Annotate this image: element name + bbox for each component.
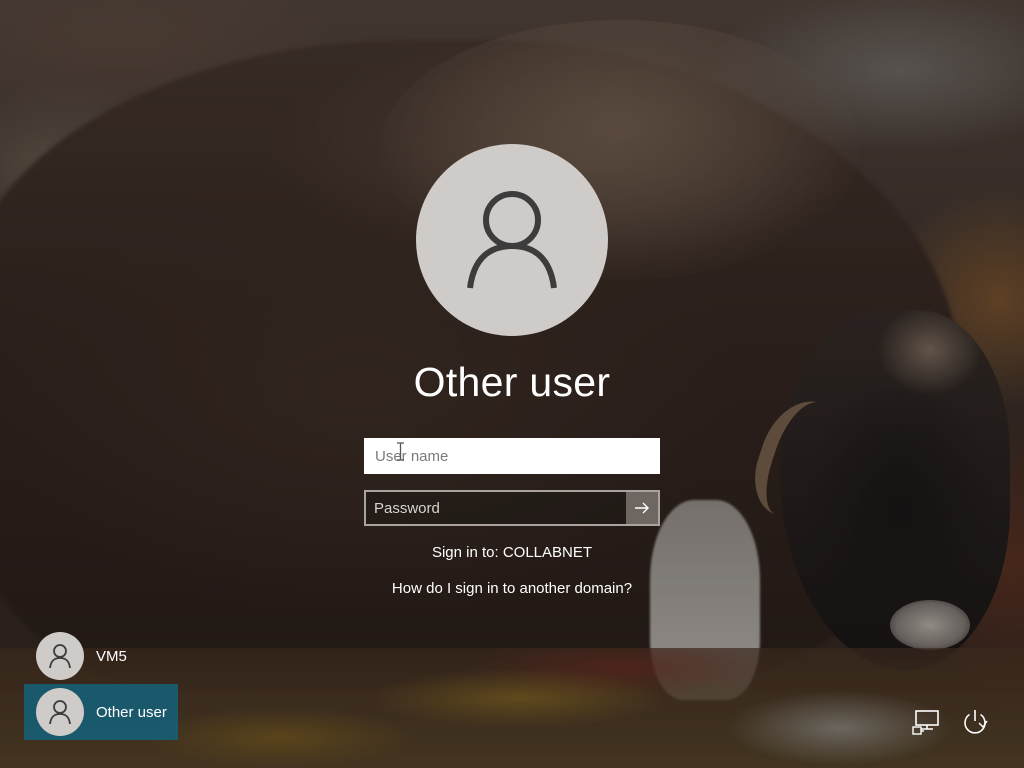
arrow-right-icon xyxy=(635,502,649,514)
user-tile-other-user[interactable]: Other user xyxy=(24,684,178,740)
username-input[interactable] xyxy=(364,438,660,474)
selected-user-avatar xyxy=(416,144,608,336)
password-input[interactable] xyxy=(366,492,626,524)
other-domain-help-link[interactable]: How do I sign in to another domain? xyxy=(312,579,712,599)
user-tile-label: VM5 xyxy=(96,647,127,665)
power-button[interactable] xyxy=(955,702,995,742)
user-tile-avatar xyxy=(36,632,84,680)
power-icon xyxy=(964,710,988,734)
password-field-group xyxy=(364,490,660,526)
network-icon xyxy=(912,710,939,735)
submit-button[interactable] xyxy=(626,492,658,524)
user-tile-vm5[interactable]: VM5 xyxy=(24,628,178,684)
user-silhouette-icon xyxy=(49,700,71,725)
selected-user-name: Other user xyxy=(413,359,611,405)
sign-in-domain-text: Sign in to: COLLABNET xyxy=(431,544,593,561)
text-cursor-icon xyxy=(397,442,404,461)
user-silhouette-icon xyxy=(49,644,71,669)
network-button[interactable] xyxy=(907,702,947,742)
user-tile-label: Other user xyxy=(96,703,167,721)
user-silhouette-icon xyxy=(467,191,557,289)
user-tile-avatar xyxy=(36,688,84,736)
